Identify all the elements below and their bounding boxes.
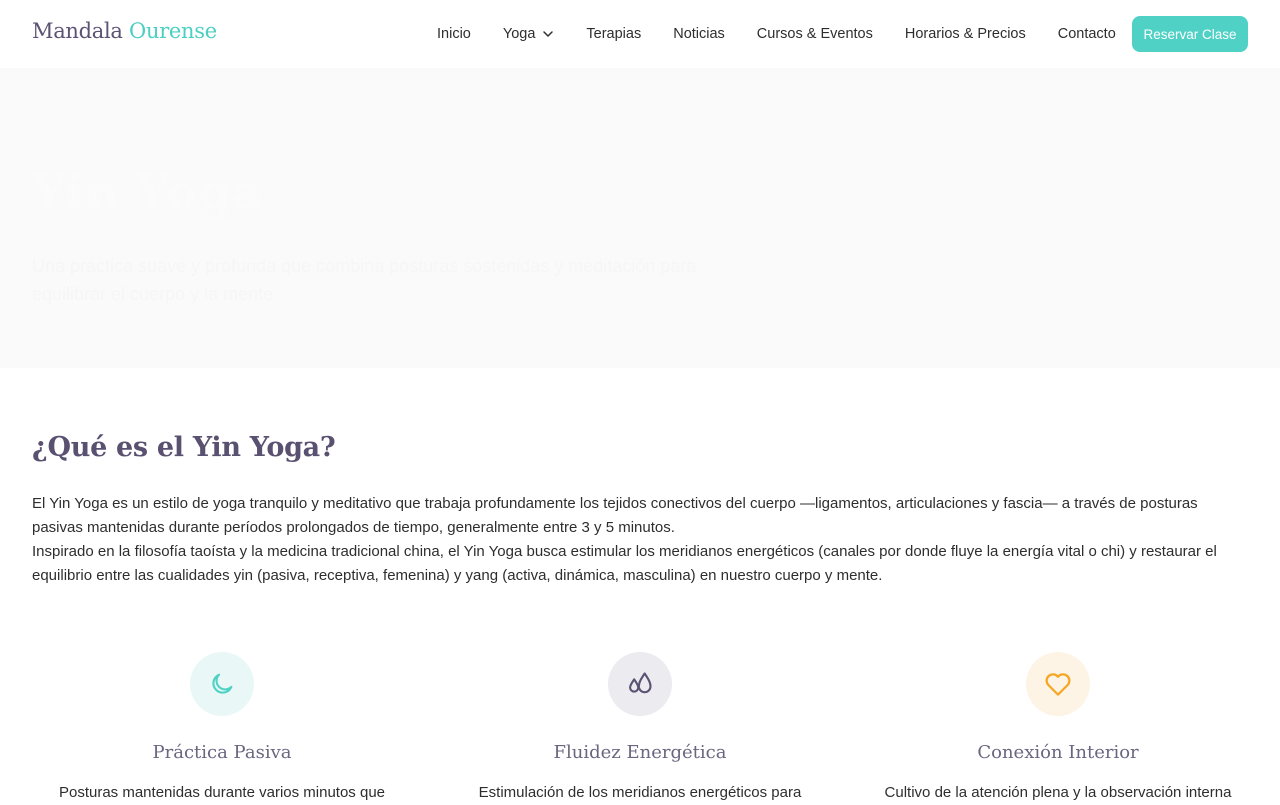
feature-text: Cultivo de la atención plena y la observ… — [884, 784, 1232, 801]
feature-title: Conexión Interior — [977, 742, 1139, 763]
water-drops-icon — [629, 672, 652, 694]
main-nav: Inicio Yoga Terapias Noticias Cursos & E… — [421, 0, 1132, 68]
feature-text: Estimulación de los meridianos energétic… — [478, 784, 802, 801]
feature-icon-circle — [608, 652, 672, 716]
logo-text-ourense: Ourense — [129, 19, 217, 43]
nav-terapias[interactable]: Terapias — [570, 26, 657, 42]
chevron-down-icon — [543, 31, 554, 37]
moon-icon — [212, 673, 233, 694]
site-logo[interactable]: Mandala Ourense — [32, 19, 217, 43]
feature-icon-circle — [1026, 652, 1090, 716]
nav-noticias[interactable]: Noticias — [657, 26, 741, 42]
nav-yoga[interactable]: Yoga — [487, 26, 571, 42]
section-title: ¿Qué es el Yin Yoga? — [32, 432, 336, 463]
logo-text-mandala: Mandala — [32, 19, 123, 43]
nav-inicio[interactable]: Inicio — [421, 26, 487, 42]
feature-title: Fluidez Energética — [553, 742, 727, 763]
nav-yoga-label: Yoga — [502, 26, 536, 42]
heart-icon — [1045, 673, 1071, 696]
hero-subtitle: Una práctica suave y profunda que combin… — [32, 256, 697, 304]
nav-horarios-precios[interactable]: Horarios & Precios — [889, 26, 1042, 42]
feature-icon-circle — [190, 652, 254, 716]
nav-cursos-eventos[interactable]: Cursos & Eventos — [741, 26, 889, 42]
feature-text: Posturas mantenidas durante varios minut… — [58, 784, 385, 801]
feature-title: Práctica Pasiva — [152, 742, 292, 763]
feature-conexion-interior: Conexión Interior Cultivo de la atención… — [868, 652, 1248, 805]
nav-contacto[interactable]: Contacto — [1042, 26, 1132, 42]
intro-paragraph-1: El Yin Yoga es un estilo de yoga tranqui… — [32, 495, 1198, 536]
hero-banner: Yin Yoga Una práctica suave y profunda q… — [0, 68, 1280, 368]
hero-title: Yin Yoga — [32, 165, 263, 221]
site-header: Mandala Ourense Inicio Yoga Terapias Not… — [0, 0, 1280, 68]
intro-paragraph-2: Inspirado en la filosofía taoísta y la m… — [32, 543, 1217, 584]
feature-fluidez-energetica: Fluidez Energética Estimulación de los m… — [450, 652, 830, 805]
reservar-clase-button[interactable]: Reservar Clase — [1132, 16, 1248, 52]
feature-practica-pasiva: Práctica Pasiva Posturas mantenidas dura… — [32, 652, 412, 805]
